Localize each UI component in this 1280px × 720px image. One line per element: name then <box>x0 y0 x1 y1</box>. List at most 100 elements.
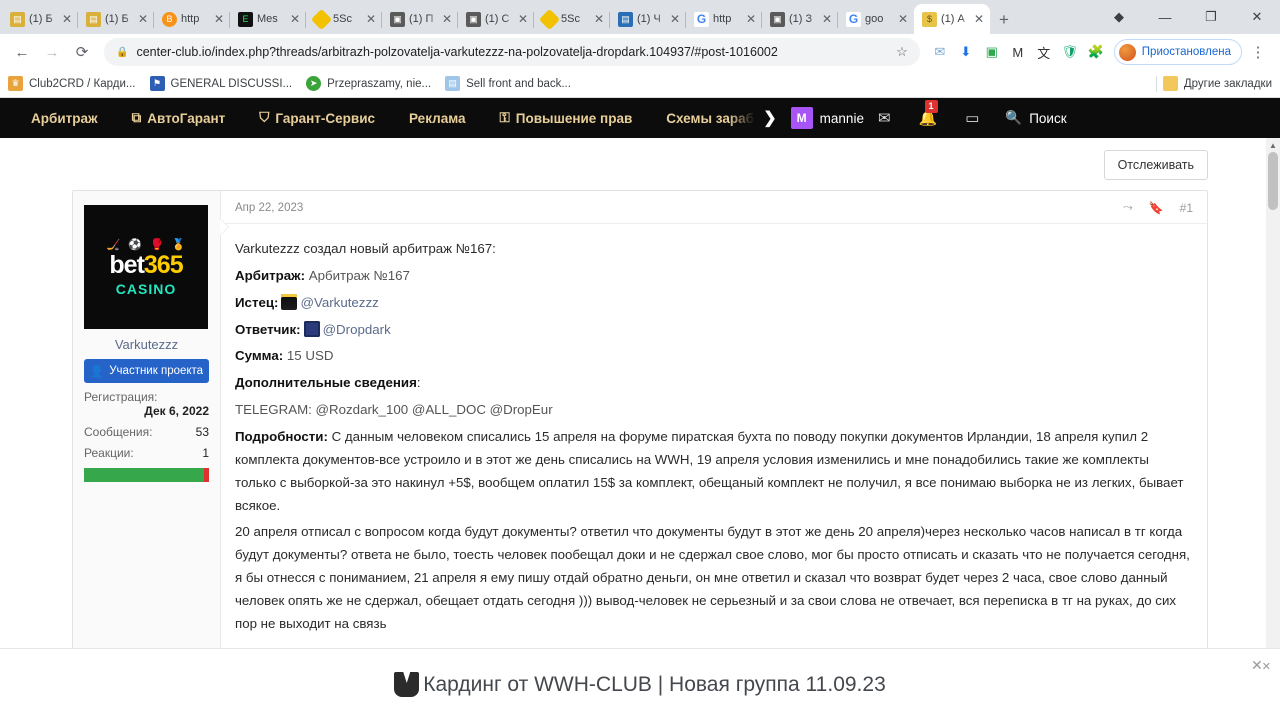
browser-tab[interactable]: ▣ (1) С ✕ <box>458 4 534 34</box>
tab-close-icon[interactable]: ✕ <box>214 13 224 25</box>
bell-icon[interactable]: 1 🔔 <box>905 100 952 127</box>
bookmark-label: Przepraszamy, nie... <box>327 77 432 90</box>
browser-tab[interactable]: G goo ✕ <box>838 4 914 34</box>
share-icon[interactable]: ⤳ <box>1123 200 1133 215</box>
scroll-up-arrow-icon[interactable]: ▲ <box>1266 138 1280 152</box>
browser-tab[interactable]: ▤ (1) Б ✕ <box>78 4 154 34</box>
nav-item-reklama[interactable]: Реклама <box>392 111 483 126</box>
tab-close-icon[interactable]: ✕ <box>974 13 984 25</box>
tab-title: (1) П <box>409 13 434 25</box>
browser-tab[interactable]: 5Sc ✕ <box>534 4 610 34</box>
field-value[interactable]: @Dropdark <box>323 322 391 337</box>
browser-tab[interactable]: ▣ (1) П ✕ <box>382 4 458 34</box>
browser-tab[interactable]: E Mes ✕ <box>230 4 306 34</box>
green-monitor-icon[interactable]: ▣ <box>980 38 1004 66</box>
bookmark-item[interactable]: ♛ Club2CRD / Карди... <box>8 76 136 91</box>
browser-tab[interactable]: ▤ (1) Б ✕ <box>2 4 78 34</box>
browser-tab[interactable]: ▤ (1) Ч ✕ <box>610 4 686 34</box>
tab-title: (1) С <box>485 13 510 25</box>
reload-button[interactable]: ⟳ <box>68 38 96 66</box>
bookmark-item[interactable]: ➤ Przepraszamy, nie... <box>306 76 431 91</box>
tab-close-icon[interactable]: ✕ <box>366 13 376 25</box>
nav-item-povyshenie-prav[interactable]: ⚿ Повышение прав <box>483 110 650 126</box>
bookmark-icon[interactable]: 🔖 <box>1149 201 1164 215</box>
soccer-icon: ⚽ <box>128 238 142 251</box>
tab-close-icon[interactable]: ✕ <box>518 13 528 25</box>
wallet-icon[interactable]: ▭ <box>951 109 993 127</box>
post-intro: Varkutezzz создал новый арбитраж №167: <box>235 241 496 256</box>
browser-tab-active[interactable]: $ (1) А ✕ <box>914 4 990 34</box>
handshake-icon: ⧉ <box>131 110 142 125</box>
browser-menu-button[interactable]: ⋮ <box>1244 38 1272 66</box>
tab-close-icon[interactable]: ✕ <box>746 13 756 25</box>
close-window-button[interactable]: ✕ <box>1234 0 1280 34</box>
avatar[interactable]: 🏒 ⚽ 🥊 🏅 bet365 CASINO <box>84 205 208 329</box>
maximize-button[interactable]: ❐ <box>1188 0 1234 34</box>
page-scrollbar[interactable]: ▲ ▼ <box>1266 138 1280 720</box>
field-value: Арбитраж №167 <box>308 267 410 283</box>
envelope-icon[interactable]: ✉ <box>864 109 905 127</box>
scrollbar-thumb[interactable] <box>1268 152 1278 210</box>
bookmark-item[interactable]: ▤ Sell front and back... <box>445 76 571 91</box>
tab-close-icon[interactable]: ✕ <box>62 13 72 25</box>
shield-icon[interactable]: 🛡 <box>1058 38 1082 66</box>
crown-icon: ♛ <box>8 76 23 91</box>
chevron-right-icon[interactable]: ❯ <box>755 108 784 128</box>
tab-close-icon[interactable]: ✕ <box>670 13 680 25</box>
puzzle-icon[interactable]: 🧩 <box>1084 38 1108 66</box>
post-date[interactable]: Апр 22, 2023 <box>235 202 303 214</box>
watch-thread-button[interactable]: Отслеживать <box>1103 150 1208 180</box>
bookmarks-bar: ♛ Club2CRD / Карди... ⚑ GENERAL DISCUSSI… <box>0 70 1280 98</box>
tab-close-icon[interactable]: ✕ <box>290 13 300 25</box>
bookmark-item[interactable]: ⚑ GENERAL DISCUSSI... <box>149 76 292 91</box>
profile-paused-pill[interactable]: Приостановлена <box>1113 39 1242 65</box>
close-icon[interactable]: ✕✕ <box>1251 657 1271 674</box>
tab-title: (1) Б <box>29 13 53 25</box>
alerts-badge: 1 <box>924 100 938 113</box>
browser-tab[interactable]: 5Sc ✕ <box>306 4 382 34</box>
ad-banner[interactable]: Кардинг от WWH-CLUB | Новая группа 11.09… <box>0 648 1280 720</box>
user-menu[interactable]: M mannie <box>790 107 864 129</box>
page-icon: ▤ <box>445 76 461 91</box>
tab-close-icon[interactable]: ✕ <box>898 13 908 25</box>
other-bookmarks-label[interactable]: Другие закладки <box>1184 78 1272 90</box>
profile-status-label: Приостановлена <box>1141 46 1231 58</box>
bookmark-label: Club2CRD / Карди... <box>29 77 136 90</box>
tab-close-icon[interactable]: ✕ <box>138 13 148 25</box>
new-tab-button[interactable]: + <box>990 6 1018 34</box>
tab-close-icon[interactable]: ✕ <box>442 13 452 25</box>
browser-tab[interactable]: ▣ (1) З ✕ <box>762 4 838 34</box>
nav-item-arbitrazh[interactable]: Арбитраж <box>14 111 115 126</box>
translate-icon[interactable]: 文 <box>1032 38 1056 66</box>
bookmark-star-icon[interactable]: ☆ <box>896 44 908 60</box>
post-header: Апр 22, 2023 ⤳ 🔖 #1 <box>221 191 1207 224</box>
nav-item-avtogarant[interactable]: ⧉ АвтоГарант <box>115 110 243 126</box>
profile-badge-icon[interactable]: ◆ <box>1096 0 1142 34</box>
author-name[interactable]: Varkutezzz <box>84 337 209 352</box>
address-bar[interactable]: 🔒 center-club.io/index.php?threads/arbit… <box>104 38 920 66</box>
search-button[interactable]: 🔍 Поиск <box>1005 110 1066 126</box>
url-text: center-club.io/index.php?threads/arbitra… <box>136 45 778 59</box>
tab-title: http <box>181 13 200 25</box>
download-icon[interactable]: ⬇ <box>954 38 978 66</box>
post-number[interactable]: #1 <box>1180 201 1193 215</box>
tab-title: 5Sc <box>333 13 352 25</box>
field-label: Сумма: <box>235 348 284 364</box>
nav-item-garant-servis[interactable]: ⛉ Гарант-Сервис <box>242 110 392 126</box>
lock-icon: 🔒 <box>116 46 129 58</box>
mail-ext-icon[interactable]: ✉ <box>928 38 952 66</box>
post-header-actions: ⤳ 🔖 #1 <box>1123 200 1193 215</box>
minimize-button[interactable]: — <box>1142 0 1188 34</box>
tab-close-icon[interactable]: ✕ <box>594 13 604 25</box>
site-navigation: Арбитраж ⧉ АвтоГарант ⛉ Гарант-Сервис Ре… <box>0 98 1280 138</box>
back-button[interactable]: ← <box>8 38 36 66</box>
browser-tab[interactable]: G http ✕ <box>686 4 762 34</box>
nav-item-shemy-zarabotka[interactable]: Схемы зарабо <box>649 111 755 126</box>
tab-close-icon[interactable]: ✕ <box>822 13 832 25</box>
browser-chrome: ▤ (1) Б ✕ ▤ (1) Б ✕ B http ✕ E Mes ✕ 5Sc… <box>0 0 1280 98</box>
gmail-icon[interactable]: M <box>1006 38 1030 66</box>
forward-button[interactable]: → <box>38 38 66 66</box>
browser-tab[interactable]: B http ✕ <box>154 4 230 34</box>
details-paragraph-1: Подробности: С данным человеком списалис… <box>235 426 1193 517</box>
field-value[interactable]: @Varkutezzz <box>300 295 378 310</box>
